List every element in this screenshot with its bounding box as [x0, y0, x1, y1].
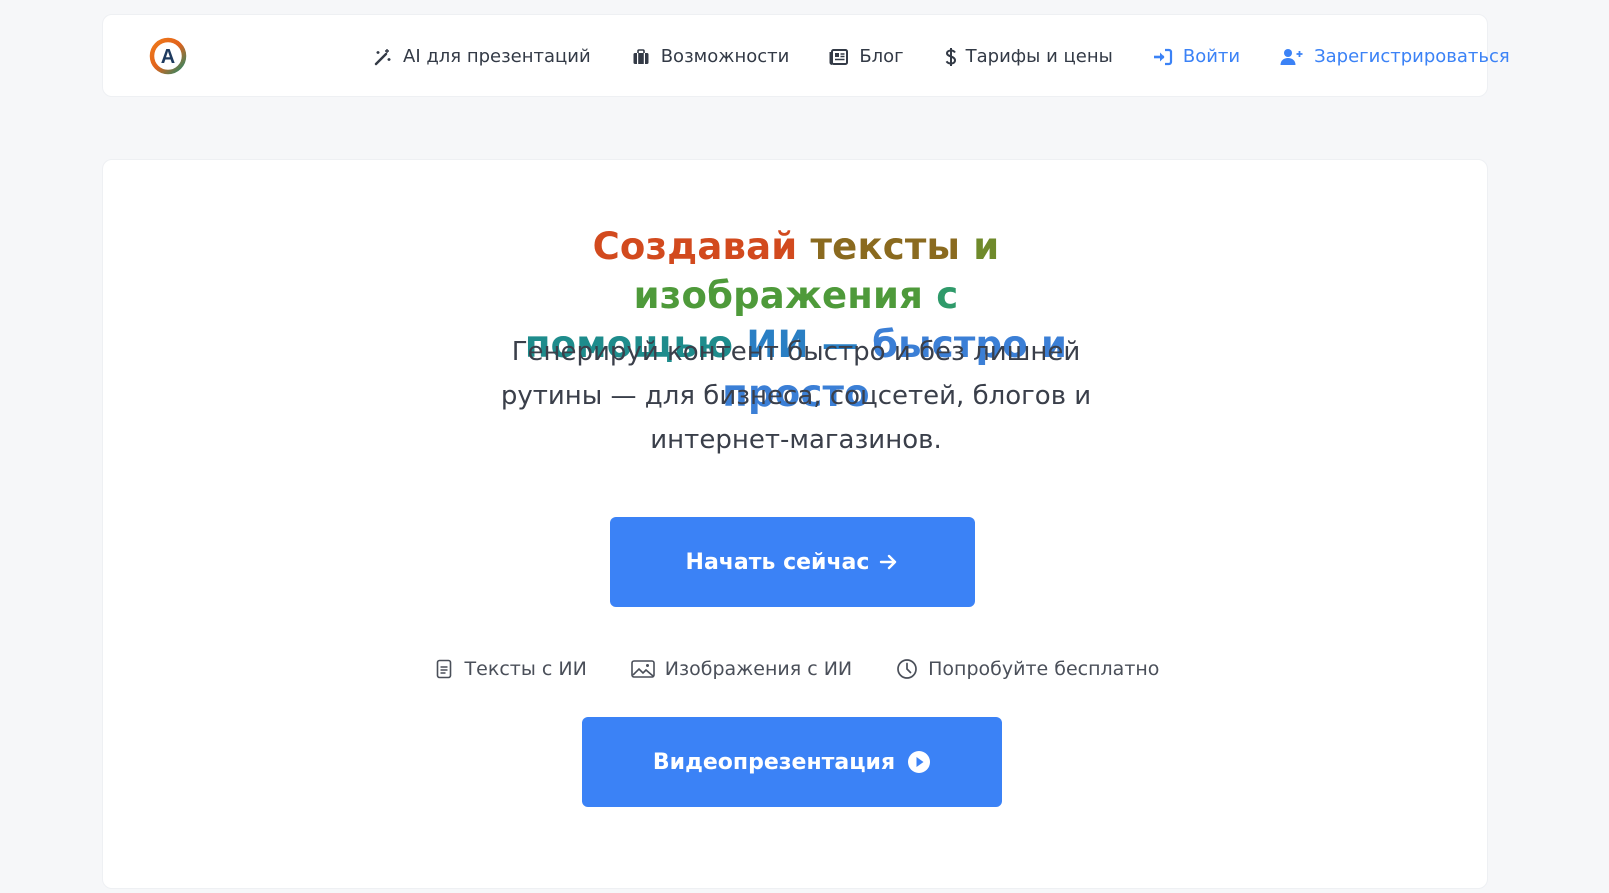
feature-label: Изображения с ИИ	[664, 658, 853, 680]
hero-section: Создавай тексты и изображения с помощью …	[102, 159, 1488, 889]
clock-icon	[896, 658, 918, 680]
nav-item-label: Зарегистрироваться	[1314, 46, 1510, 67]
headline-word: и	[973, 225, 1000, 268]
nav-item-pricing[interactable]: Тарифы и цены	[944, 46, 1113, 67]
start-now-label: Начать сейчас	[685, 549, 870, 575]
video-presentation-button[interactable]: Видеопрезентация	[582, 717, 1002, 807]
nav-item-label: Войти	[1182, 46, 1241, 67]
nav-links: AI для презентаций Возможности Блог Тари…	[373, 15, 1510, 98]
feature-label: Тексты с ИИ	[464, 658, 587, 680]
nav-item-blog[interactable]: Блог	[829, 46, 904, 67]
nav-item-login[interactable]: Войти	[1153, 46, 1240, 67]
nav-item-features[interactable]: Возможности	[631, 46, 790, 67]
nav-item-register[interactable]: Зарегистрироваться	[1280, 46, 1510, 67]
sign-in-icon	[1153, 47, 1173, 67]
logo-icon[interactable]: A	[148, 36, 188, 76]
headline-word: Создавай	[592, 225, 798, 268]
video-presentation-label: Видеопрезентация	[652, 749, 896, 775]
start-now-button[interactable]: Начать сейчас	[610, 517, 975, 607]
feature-texts: Тексты с ИИ	[433, 658, 587, 680]
nav-item-label: AI для презентаций	[403, 46, 591, 67]
headline-word: с	[936, 274, 959, 317]
play-circle-icon	[907, 750, 931, 774]
user-plus-icon	[1280, 47, 1304, 67]
hero-subtitle: Генерируй контент быстро и без лишней ру…	[500, 337, 1092, 455]
navbar: A AI для презентаций Возможности Блог Та…	[102, 14, 1510, 97]
feature-free-trial: Попробуйте бесплатно	[896, 658, 1159, 680]
image-icon	[630, 658, 655, 680]
svg-text:A: A	[161, 46, 175, 68]
magic-wand-icon	[373, 47, 393, 67]
newspaper-icon	[829, 47, 849, 67]
nav-item-label: Блог	[859, 46, 904, 67]
document-icon	[433, 658, 455, 680]
nav-item-label: Возможности	[660, 46, 790, 67]
feature-images: Изображения с ИИ	[630, 658, 853, 680]
nav-item-label: Тарифы и цены	[965, 46, 1113, 67]
arrow-right-icon	[879, 553, 899, 571]
nav-item-ai-presentations[interactable]: AI для презентаций	[373, 46, 591, 67]
headline-word: изображения	[633, 274, 924, 317]
dollar-icon	[944, 47, 958, 67]
feature-label: Попробуйте бесплатно	[928, 658, 1160, 680]
headline-word: тексты	[810, 225, 961, 268]
feature-list: Тексты с ИИ Изображения с ИИ Попробуйте …	[103, 658, 1489, 680]
briefcase-icon	[631, 47, 651, 67]
